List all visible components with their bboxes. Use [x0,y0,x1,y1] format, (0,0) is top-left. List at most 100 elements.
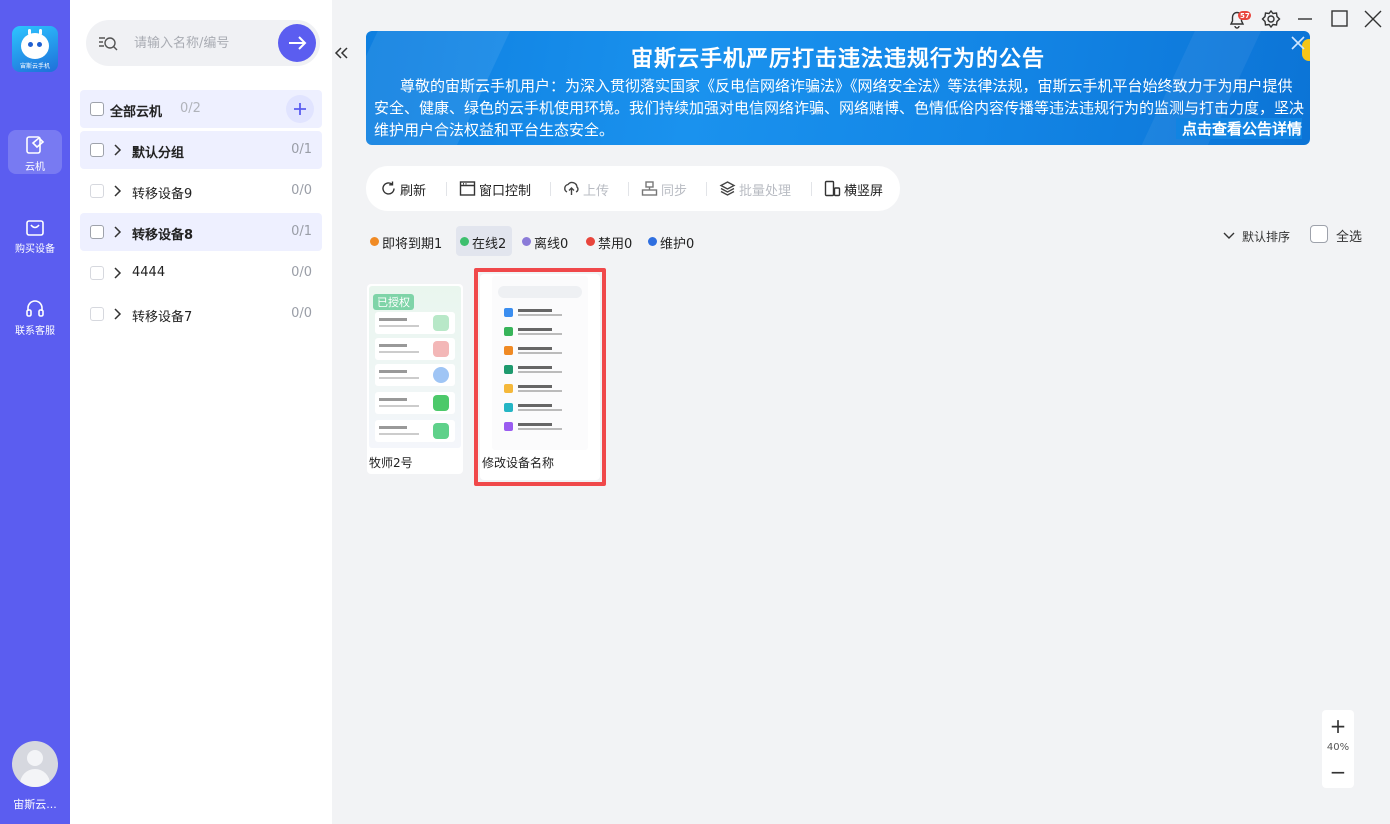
device-card[interactable]: 已授权 牧师2号 [367,284,463,474]
logo-eye-left [28,42,33,47]
status-filter-expiring[interactable]: 即将到期1 [366,226,452,256]
announcement-banner[interactable]: 宙斯云手机严厉打击违法违规行为的公告 尊敬的宙斯云手机用户：为深入贯彻落实国家《… [366,31,1310,145]
offline-status-icon [522,237,531,246]
check-status-icon [460,237,469,246]
search-input[interactable] [134,32,264,54]
notification-bell[interactable]: 57 [1228,8,1252,30]
logo-text: 宙斯云手机 [19,63,50,70]
chevron-right-icon[interactable] [112,143,122,157]
headset-icon [26,300,44,317]
status-filter-disabled[interactable]: 禁用0 [582,226,638,256]
group-checkbox[interactable] [90,143,104,157]
preview-row [504,306,584,322]
zoom-control: + 40% − [1322,710,1354,788]
group-row[interactable]: 转移设备9 0/0 [80,172,322,210]
sync-label: 同步 [661,184,688,199]
toolbar-divider [628,182,629,196]
preview-row [504,382,584,398]
settings-button[interactable] [1260,8,1282,30]
banner-close-icon[interactable] [1290,35,1306,51]
maximize-button[interactable] [1328,8,1350,30]
notification-badge: 57 [1240,12,1250,20]
toolbar-divider [706,182,707,196]
search-box [86,20,320,66]
avatar-head [27,750,43,766]
chevron-right-icon[interactable] [112,225,122,239]
group-count: 0/0 [291,265,312,280]
collapse-panel-icon[interactable] [332,40,350,66]
preview-row [504,401,584,417]
window-icon [459,181,476,196]
rail-item-buy-device[interactable]: 购买设备 [8,212,62,256]
clock-status-icon [370,237,379,246]
rail-item-label: 联系客服 [15,326,55,337]
plus-icon [294,103,306,115]
status-filter-online[interactable]: 在线2 [456,226,512,256]
group-checkbox[interactable] [90,307,104,321]
group-count: 0/1 [291,224,312,239]
select-all-checkbox[interactable] [1310,225,1328,243]
group-count: 0/0 [291,183,312,198]
search-submit-button[interactable] [278,24,316,62]
chevron-right-icon[interactable] [112,266,122,280]
group-checkbox[interactable] [90,184,104,198]
banner-more-link[interactable]: 点击查看公告详情 [1175,118,1302,139]
preview-row [375,338,455,360]
all-cloud-phones-count: 0/2 [180,101,201,116]
zoom-in-button[interactable]: + [1322,714,1354,738]
preview-row [504,363,584,379]
minimize-button[interactable] [1294,8,1316,30]
logo-eye-right [37,42,42,47]
all-cloud-phones-checkbox[interactable] [90,102,104,116]
toolbar-divider [811,182,812,196]
group-row[interactable]: 默认分组 0/1 [80,131,322,169]
rail-item-contact-support[interactable]: 联系客服 [8,294,62,338]
avatar-body [20,769,50,787]
preview-search-bar [498,286,582,298]
batch-process-label: 批量处理 [739,184,792,199]
zoom-out-button[interactable]: − [1322,760,1354,784]
banner-body: 尊敬的宙斯云手机用户：为深入贯彻落实国家《反电信网络诈骗法》《网络安全法》等法律… [374,77,1305,139]
status-filter-offline[interactable]: 离线0 [518,226,574,256]
status-filter-label: 即将到期1 [382,237,443,252]
window-control-label: 窗口控制 [479,184,532,199]
user-avatar[interactable] [12,741,58,787]
status-filter-label: 离线0 [534,237,569,252]
cloud-phone-icon [26,136,45,154]
group-count: 0/0 [291,306,312,321]
toolbar-divider [446,182,447,196]
preview-row [504,420,584,436]
rail-item-label: 云机 [25,162,45,173]
add-group-button[interactable] [286,95,314,123]
device-screenshot [492,276,588,450]
device-screenshot: 已授权 [369,286,461,448]
group-checkbox[interactable] [90,225,104,239]
status-filter-maintenance[interactable]: 维护0 [644,226,700,256]
gear-icon [1261,9,1281,29]
chevron-down-icon [1223,232,1235,239]
close-window-button[interactable] [1362,8,1384,30]
user-name: 宙斯云... [13,798,57,811]
preview-row [375,312,455,334]
group-row[interactable]: 转移设备7 0/0 [80,295,322,333]
app-window: 宙斯云手机 云机 购买设备 联系客服 宙斯云... 请输入名称/编号 全部云机 … [0,0,1390,824]
group-name: 转移设备7 [132,310,193,325]
preview-row [375,420,455,442]
status-filter-label: 维护0 [660,237,695,252]
chevron-right-icon[interactable] [112,184,122,198]
chevron-right-icon[interactable] [112,307,122,321]
all-cloud-phones-row[interactable]: 全部云机 0/2 [80,90,322,128]
refresh-icon [382,181,395,195]
toolbar-divider [550,182,551,196]
maximize-icon [1331,10,1348,27]
all-cloud-phones-label: 全部云机 [110,105,163,120]
device-name: 牧师2号 [369,456,413,470]
zoom-level: 40% [1326,742,1350,753]
group-row[interactable]: 4444 0/0 [80,254,322,292]
group-row[interactable]: 转移设备8 0/1 [80,213,322,251]
sort-label: 默认排序 [1242,230,1291,244]
group-name: 转移设备9 [132,187,193,202]
group-checkbox[interactable] [90,266,104,280]
device-card[interactable]: 修改设备名称 [480,274,600,480]
rail-item-cloud-phone[interactable]: 云机 [8,130,62,174]
